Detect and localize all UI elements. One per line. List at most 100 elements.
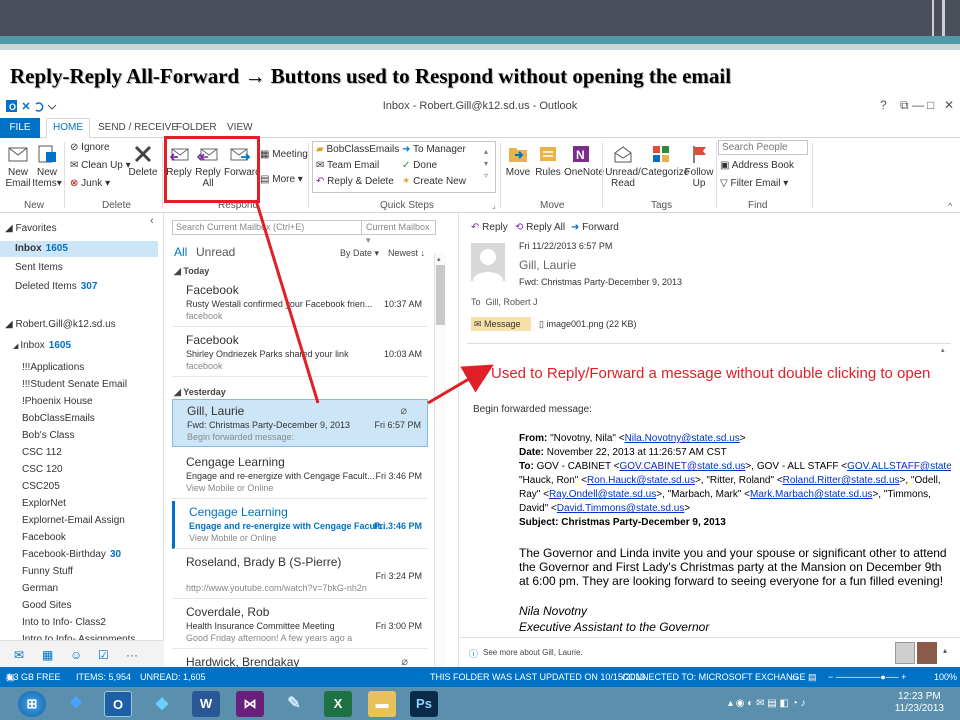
onenote-button[interactable]: N OneNote — [564, 143, 604, 178]
clean-up-button[interactable]: ✉ Clean Up ▾ — [70, 160, 131, 172]
close-button[interactable]: ✕ — [944, 98, 954, 112]
fwd-from-email-link[interactable]: Nila.Novotny@state.sd.us — [625, 433, 740, 444]
scroll-thumb[interactable] — [436, 265, 445, 325]
folder-item[interactable]: Facebook-Birthday 30 — [22, 549, 121, 560]
fwd-to-email-link[interactable]: Ray.Ondell@state.sd.us — [549, 489, 656, 500]
start-button-icon[interactable]: ⊞ — [18, 691, 46, 717]
scroll-up-icon[interactable]: ▴ — [437, 255, 441, 263]
view-reading-icon[interactable]: ▤ — [808, 667, 817, 687]
taskbar-pinned-app-icon[interactable]: ◆ — [148, 691, 176, 717]
search-people-input[interactable]: Search People — [718, 140, 808, 155]
fwd-to-email-link[interactable]: GOV.CABINET@state.sd.us — [619, 461, 745, 472]
reading-forward-button[interactable]: ➜ Forward — [571, 222, 619, 233]
file-explorer-icon[interactable]: ▬ — [368, 691, 396, 717]
system-tray-icons[interactable]: ▴ ◉ ◐ ✉ ▤ ◧ ◔ ♪ — [728, 691, 878, 717]
folder-item[interactable]: CSC 112 — [22, 447, 62, 458]
message-item[interactable]: Coverdale, Rob Health Insurance Committee… — [172, 601, 428, 649]
group-header-yesterday[interactable]: ◢ Yesterday — [174, 387, 226, 398]
reading-reply-button[interactable]: ↶ Reply — [471, 222, 508, 233]
folder-inbox[interactable]: ◢ Inbox 1605 — [13, 340, 71, 351]
fwd-to-email-link[interactable]: Mark.Marbach@state.sd.us — [750, 489, 872, 500]
people-thumbnail[interactable] — [895, 642, 915, 664]
message-item[interactable]: Cengage Learning Engage and re-energize w… — [172, 501, 428, 549]
search-scope-dropdown[interactable]: Current Mailbox ▾ — [361, 221, 435, 245]
quick-step-reply-delete[interactable]: ↶ Reply & Delete — [316, 176, 394, 188]
folder-item[interactable]: Explornet-Email Assign — [22, 515, 125, 526]
message-list-scrollbar[interactable]: ▴ — [434, 253, 446, 667]
favorite-deleted-items[interactable]: Deleted Items 307 — [15, 281, 97, 292]
folder-item[interactable]: CSC 120 — [22, 464, 63, 475]
tab-home[interactable]: HOME — [46, 118, 90, 139]
help-button[interactable]: ? — [880, 98, 887, 112]
sort-by-dropdown[interactable]: By Date ▾ — [340, 248, 379, 259]
visual-studio-icon[interactable]: ⋈ — [236, 691, 264, 717]
quick-step-bobclassemails[interactable]: ▰ BobClassEmails — [316, 144, 399, 156]
more-options-icon[interactable]: ··· — [126, 648, 138, 662]
account-header[interactable]: ◢ Robert.Gill@k12.sd.us — [5, 319, 116, 330]
folder-item[interactable]: !!!Applications — [22, 362, 84, 373]
people-thumbnail-photo[interactable] — [917, 642, 937, 664]
message-item[interactable]: Roseland, Brady B (S-Pierre) http://www.y… — [172, 551, 428, 599]
tab-view[interactable]: VIEW — [227, 122, 253, 133]
filter-all[interactable]: All — [174, 245, 187, 259]
taskbar-photoshop-icon[interactable]: Ps — [410, 691, 438, 717]
junk-button[interactable]: ⊗ Junk ▾ — [70, 178, 110, 190]
paint-icon[interactable]: ✎ — [280, 691, 308, 717]
quick-steps-scroll[interactable]: ▴ ▾ ▿ — [484, 146, 488, 182]
expand-people-pane-icon[interactable]: ▴ — [943, 646, 947, 655]
calendar-icon[interactable]: ▦ — [42, 648, 53, 662]
tab-file[interactable]: FILE — [0, 118, 40, 138]
message-sender[interactable]: Gill, Laurie — [519, 258, 576, 272]
fwd-to-email-link[interactable]: David.Timmons@state.sd.us — [557, 503, 685, 514]
message-item[interactable]: Hardwick, Brendakay ⌀ — [172, 651, 428, 667]
fwd-to-email-link[interactable]: Roland.Ritter@state.sd.us — [783, 475, 900, 486]
taskbar-word-icon[interactable]: W — [192, 691, 220, 717]
meeting-button[interactable]: ▦ Meeting — [260, 149, 308, 161]
message-item[interactable]: Gill, Laurie Fwd: Christmas Party-Decembe… — [172, 399, 428, 447]
quick-step-done[interactable]: ✓ Done — [402, 160, 437, 172]
folder-item[interactable]: !!!Student Senate Email — [22, 379, 127, 390]
message-item[interactable]: Cengage Learning Engage and re-energize w… — [172, 451, 428, 499]
minimize-button[interactable]: — — [912, 98, 924, 112]
favorite-sent-items[interactable]: Sent Items — [15, 262, 63, 273]
folder-item[interactable]: Good Sites — [22, 600, 71, 611]
see-more-link[interactable]: See more about Gill, Laurie. — [483, 648, 583, 657]
taskbar-excel-icon[interactable]: X — [324, 691, 352, 717]
dropbox-icon[interactable]: ❖ — [62, 691, 90, 717]
move-button[interactable]: Move — [504, 143, 532, 178]
group-header-today[interactable]: ◢ Today — [174, 266, 209, 277]
quick-step-to-manager[interactable]: ➜ To Manager — [402, 144, 466, 156]
fwd-to-email-link[interactable]: GOV.ALLSTAFF@state.sd.us — [847, 461, 951, 472]
tab-folder[interactable]: FOLDER — [176, 122, 217, 133]
attachment-item[interactable]: ▯ image001.png (22 KB) — [539, 319, 637, 330]
reading-reply-all-button[interactable]: ⟲ Reply All — [515, 222, 565, 233]
taskbar-outlook-icon[interactable]: O — [104, 691, 132, 717]
quick-step-team-email[interactable]: ✉ Team Email — [316, 160, 379, 172]
follow-up-button[interactable]: Follow Up — [684, 143, 714, 189]
body-scroll-up-icon[interactable]: ▴ — [941, 346, 945, 354]
folder-item[interactable]: BobClassEmails — [22, 413, 95, 424]
categorize-button[interactable]: Categorize — [641, 143, 689, 178]
rules-button[interactable]: Rules — [534, 143, 562, 178]
tab-send-receive[interactable]: SEND / RECEIVE — [98, 122, 178, 133]
dialog-launcher-icon[interactable]: ⌟ — [492, 200, 496, 212]
restore-ribbon-button[interactable]: ⧉ — [900, 98, 909, 113]
view-normal-icon[interactable]: ▭ — [790, 667, 799, 687]
favorite-inbox[interactable]: Inbox 1605 — [15, 243, 68, 254]
filter-email-button[interactable]: ▽ Filter Email ▾ — [720, 178, 788, 190]
search-mailbox-input[interactable]: Search Current Mailbox (Ctrl+E) Current … — [172, 220, 436, 245]
message-item[interactable]: Facebook Rusty Westall confirmed your Fac… — [172, 279, 428, 327]
tasks-icon[interactable]: ☑ — [98, 648, 109, 662]
ignore-button[interactable]: ⊘ Ignore — [70, 142, 110, 154]
fwd-to-email-link[interactable]: Ron.Hauck@state.sd.us — [587, 475, 695, 486]
delete-button[interactable]: Delete — [128, 143, 158, 178]
folder-item[interactable]: CSC205 — [22, 481, 60, 492]
zoom-slider[interactable]: − ───────●── + — [828, 667, 906, 687]
folder-item[interactable]: ExplorNet — [22, 498, 66, 509]
folder-item[interactable]: Bob's Class — [22, 430, 75, 441]
new-email-button[interactable]: New Email — [4, 143, 32, 189]
new-items-button[interactable]: New Items▾ — [32, 143, 62, 189]
maximize-button[interactable]: □ — [927, 98, 934, 112]
filter-unread[interactable]: Unread — [196, 245, 235, 259]
folder-item[interactable]: !Phoenix House — [22, 396, 93, 407]
